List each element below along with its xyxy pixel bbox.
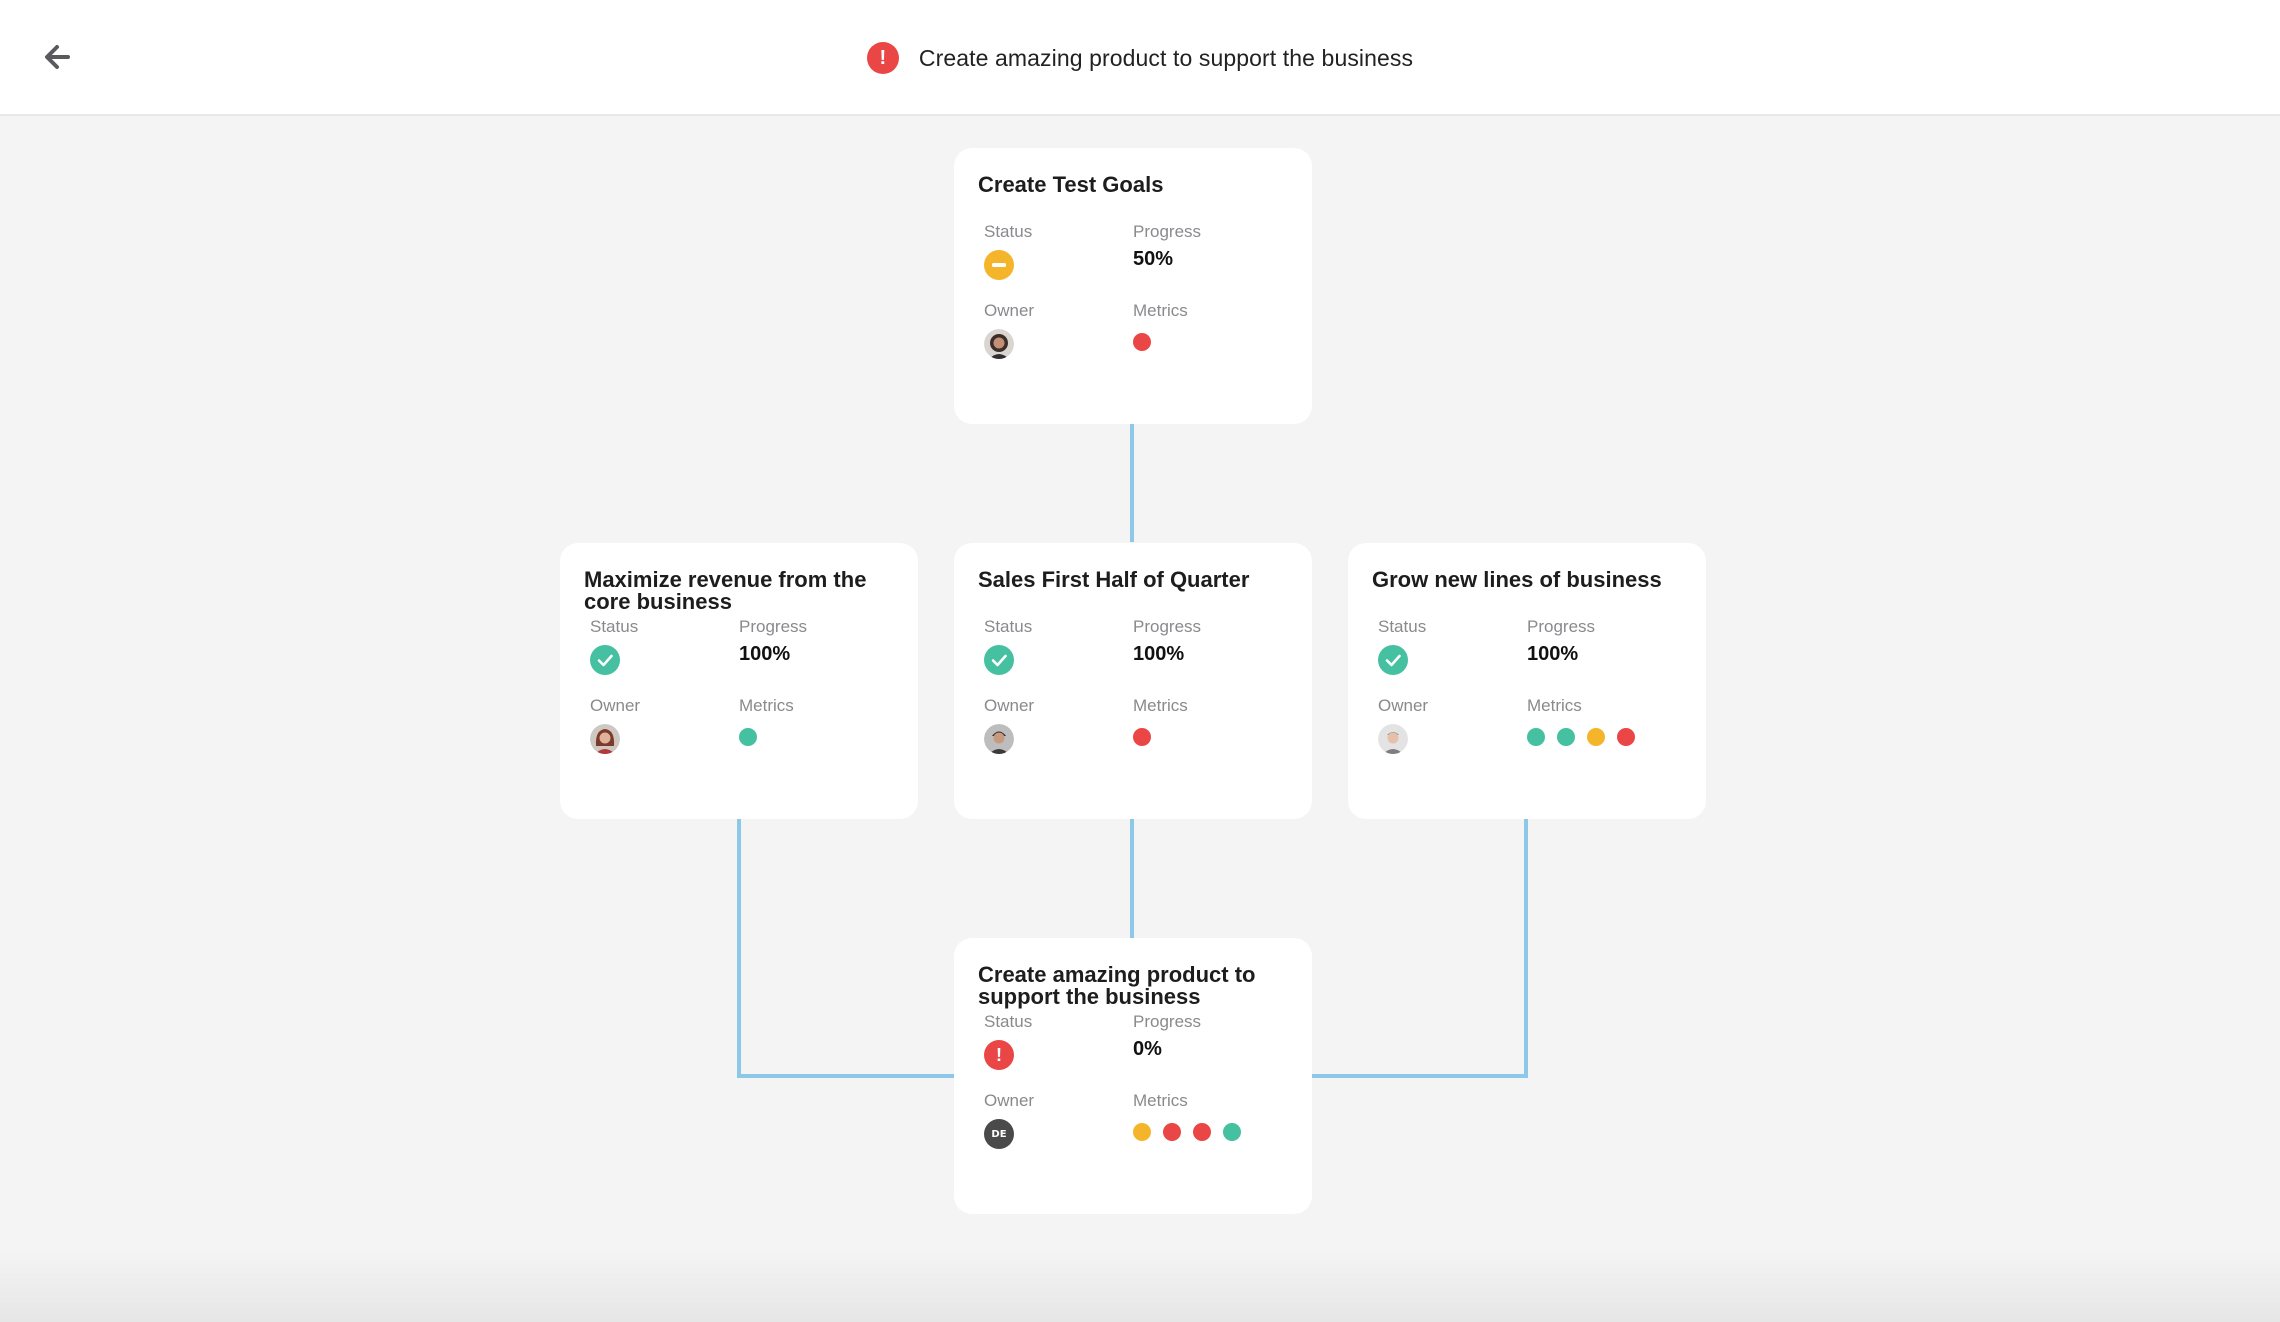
alert-icon: !	[866, 42, 899, 74]
goal-details: Status Progress 50% Owner Metrics	[984, 220, 1288, 378]
goal-tree-canvas: Create Test Goals Status Progress 50% Ow…	[0, 116, 2280, 1322]
metrics-value	[1133, 1113, 1288, 1168]
progress-value: 100%	[1133, 643, 1185, 665]
metrics-value	[1133, 323, 1288, 378]
connector-right	[1312, 818, 1528, 1078]
metric-dots	[1527, 724, 1635, 746]
status-label: Status	[984, 617, 1033, 636]
in-progress-icon	[984, 250, 1014, 280]
goal-card-grow-new-lines[interactable]: Grow new lines of business Status Progre…	[1348, 543, 1706, 819]
alert-icon: !	[984, 1040, 1014, 1070]
status-value	[984, 244, 1133, 299]
status-value	[590, 639, 739, 694]
goal-title: Create Test Goals	[978, 172, 1164, 197]
status-value	[1378, 639, 1527, 694]
owner-avatar[interactable]	[590, 724, 620, 754]
owner-avatar[interactable]: DE	[984, 1119, 1014, 1149]
status-value	[984, 639, 1133, 694]
metrics-label: Metrics	[1133, 696, 1188, 715]
owner-value	[984, 323, 1133, 378]
top-bar: ! Create amazing product to support the …	[0, 0, 2280, 116]
metrics-label: Metrics	[739, 696, 794, 715]
metric-dot-red[interactable]	[1617, 728, 1635, 746]
goal-details: Status Progress ! 0% Owner Metrics DE	[984, 1010, 1288, 1168]
progress-label: Progress	[1527, 617, 1596, 636]
metric-dot-yellow[interactable]	[1587, 728, 1605, 746]
status-value: !	[984, 1034, 1133, 1089]
owner-value	[590, 718, 739, 773]
metric-dot-green[interactable]	[1557, 728, 1575, 746]
status-label: Status	[590, 617, 639, 636]
metric-dots	[1133, 1119, 1241, 1141]
owner-label: Owner	[984, 301, 1035, 320]
goal-card-create-test-goals[interactable]: Create Test Goals Status Progress 50% Ow…	[954, 148, 1312, 424]
metrics-value	[1527, 718, 1682, 773]
metric-dots	[739, 724, 757, 746]
status-label: Status	[1378, 617, 1427, 636]
goal-details: Status Progress 100% Owner Metrics	[984, 615, 1288, 773]
progress-label: Progress	[739, 617, 808, 636]
owner-label: Owner	[1378, 696, 1429, 715]
header-title-group: ! Create amazing product to support the …	[0, 0, 2280, 116]
owner-avatar[interactable]	[984, 724, 1014, 754]
metric-dot-red[interactable]	[1133, 728, 1151, 746]
metric-dot-red[interactable]	[1133, 333, 1151, 351]
progress-value: 100%	[739, 643, 791, 665]
progress-label: Progress	[1133, 222, 1202, 241]
progress-value: 50%	[1133, 248, 1174, 270]
goal-details: Status Progress 100% Owner Metrics	[1378, 615, 1682, 773]
page-title: Create amazing product to support the bu…	[918, 44, 1414, 71]
status-label: Status	[984, 222, 1033, 241]
metric-dot-red[interactable]	[1163, 1123, 1181, 1141]
goal-card-maximize-revenue[interactable]: Maximize revenue from the core business …	[560, 543, 918, 819]
owner-avatar[interactable]	[1378, 724, 1408, 754]
owner-value	[984, 718, 1133, 773]
connector-left	[737, 818, 954, 1078]
metrics-value	[1133, 718, 1288, 773]
check-icon	[1378, 645, 1408, 675]
bottom-shadow	[0, 1250, 2280, 1322]
owner-avatar[interactable]	[984, 329, 1014, 359]
metric-dot-green[interactable]	[1527, 728, 1545, 746]
goal-title: Sales First Half of Quarter	[978, 567, 1250, 592]
metric-dot-red[interactable]	[1193, 1123, 1211, 1141]
progress-value: 100%	[1527, 643, 1579, 665]
goal-title: Maximize revenue from the core business	[584, 567, 867, 614]
progress-value: 0%	[1133, 1038, 1162, 1060]
goal-title: Grow new lines of business	[1372, 567, 1662, 592]
owner-label: Owner	[984, 696, 1035, 715]
metric-dot-green[interactable]	[739, 728, 757, 746]
metrics-label: Metrics	[1527, 696, 1582, 715]
check-icon	[984, 645, 1014, 675]
owner-label: Owner	[590, 696, 641, 715]
goal-details: Status Progress 100% Owner Metrics	[590, 615, 894, 773]
progress-label: Progress	[1133, 617, 1202, 636]
metrics-value	[739, 718, 894, 773]
metric-dots	[1133, 329, 1151, 351]
owner-label: Owner	[984, 1091, 1035, 1110]
check-icon	[590, 645, 620, 675]
goal-card-sales-first-half[interactable]: Sales First Half of Quarter Status Progr…	[954, 543, 1312, 819]
metric-dots	[1133, 724, 1151, 746]
progress-label: Progress	[1133, 1012, 1202, 1031]
metric-dot-yellow[interactable]	[1133, 1123, 1151, 1141]
metrics-label: Metrics	[1133, 1091, 1188, 1110]
owner-value: DE	[984, 1113, 1133, 1168]
goal-card-create-amazing-product[interactable]: Create amazing product to support the bu…	[954, 938, 1312, 1214]
metric-dot-green[interactable]	[1223, 1123, 1241, 1141]
goal-title: Create amazing product to support the bu…	[978, 962, 1256, 1009]
owner-value	[1378, 718, 1527, 773]
metrics-label: Metrics	[1133, 301, 1188, 320]
status-label: Status	[984, 1012, 1033, 1031]
